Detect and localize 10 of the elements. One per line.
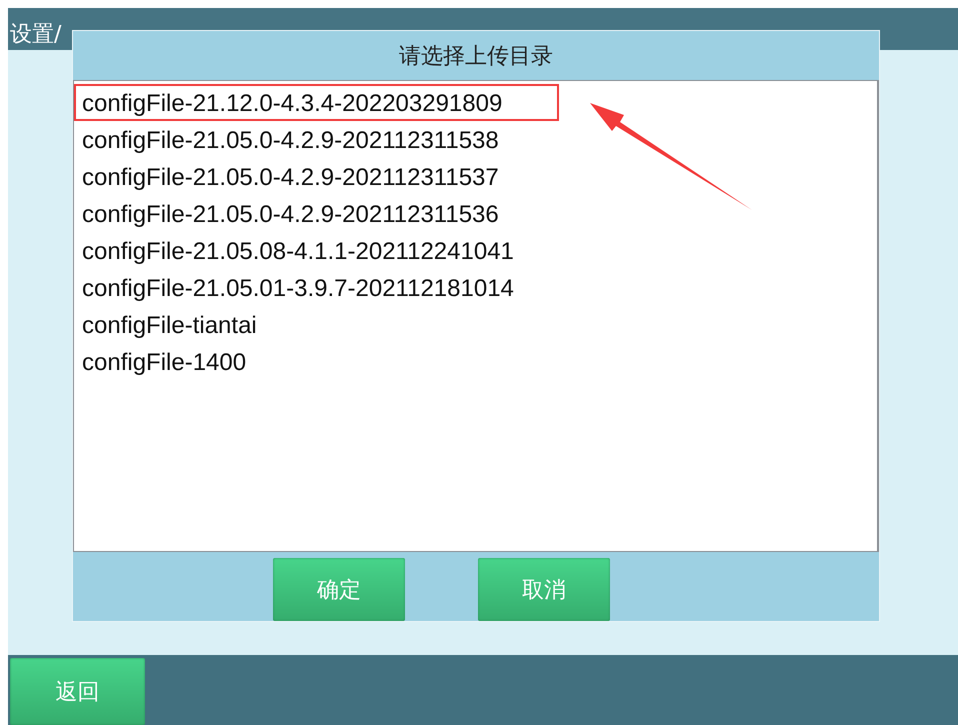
directory-item[interactable]: configFile-21.05.0-4.2.9-202112311538 xyxy=(74,121,552,158)
directory-item[interactable]: configFile-21.05.08-4.1.1-202112241041 xyxy=(74,232,552,269)
dialog-title: 请选择上传目录 xyxy=(398,42,554,70)
directory-item[interactable]: configFile-1400 xyxy=(74,343,552,380)
directory-item[interactable]: configFile-tiantai xyxy=(74,306,552,343)
page-title: 设置/ xyxy=(9,22,62,49)
directory-item[interactable]: configFile-21.05.0-4.2.9-202112311537 xyxy=(74,158,552,195)
directory-item[interactable]: configFile-21.12.0-4.3.4-202203291809 xyxy=(74,84,559,121)
directory-item[interactable]: configFile-21.05.0-4.2.9-202112311536 xyxy=(74,195,552,232)
directory-item[interactable]: configFile-21.05.01-3.9.7-202112181014 xyxy=(74,269,552,306)
